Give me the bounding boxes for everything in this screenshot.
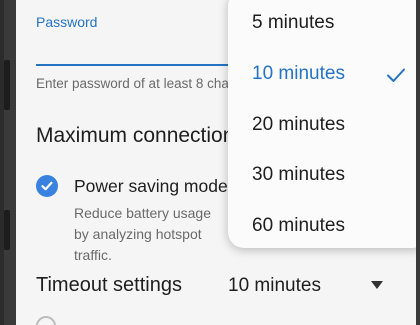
check-mark-icon bbox=[387, 68, 405, 82]
password-input[interactable] bbox=[36, 36, 236, 66]
timeout-settings-value[interactable]: 10 minutes bbox=[228, 275, 321, 297]
side-button bbox=[4, 210, 10, 250]
triangle-down-icon[interactable] bbox=[371, 281, 383, 289]
password-label: Password bbox=[36, 14, 98, 30]
menu-item-10-minutes[interactable]: 10 minutes bbox=[228, 51, 416, 101]
menu-item-5-minutes[interactable]: 5 minutes bbox=[228, 0, 416, 50]
menu-item-label: 10 minutes bbox=[252, 63, 345, 84]
maximum-connections-label[interactable]: Maximum connections bbox=[36, 124, 245, 148]
power-saving-description: Reduce battery usage by analyzing hotspo… bbox=[74, 205, 211, 263]
menu-item-label: 20 minutes bbox=[252, 114, 345, 135]
timeout-settings-label: Timeout settings bbox=[36, 274, 182, 296]
power-saving-title[interactable]: Power saving mode bbox=[74, 176, 228, 197]
hotspot-settings-screen: Password Enter password of at least 8 ch… bbox=[16, 0, 416, 325]
checkbox-checked-icon[interactable] bbox=[36, 175, 58, 197]
menu-item-label: 30 minutes bbox=[252, 164, 345, 185]
menu-item-label: 5 minutes bbox=[252, 12, 335, 33]
menu-item-20-minutes[interactable]: 20 minutes bbox=[228, 102, 416, 152]
menu-item-label: 60 minutes bbox=[252, 215, 345, 236]
phone-frame: Password Enter password of at least 8 ch… bbox=[4, 0, 420, 325]
checkbox-tick-icon bbox=[41, 181, 53, 191]
next-setting-icon bbox=[36, 316, 56, 325]
menu-item-30-minutes[interactable]: 30 minutes bbox=[228, 152, 416, 202]
menu-item-60-minutes[interactable]: 60 minutes bbox=[228, 203, 416, 253]
timeout-settings-row[interactable]: Timeout settings 10 minutes bbox=[16, 262, 416, 312]
volume-button bbox=[4, 60, 10, 110]
timeout-dropdown-menu: 5 minutes 10 minutes 20 minutes 30 minut… bbox=[228, 0, 416, 248]
